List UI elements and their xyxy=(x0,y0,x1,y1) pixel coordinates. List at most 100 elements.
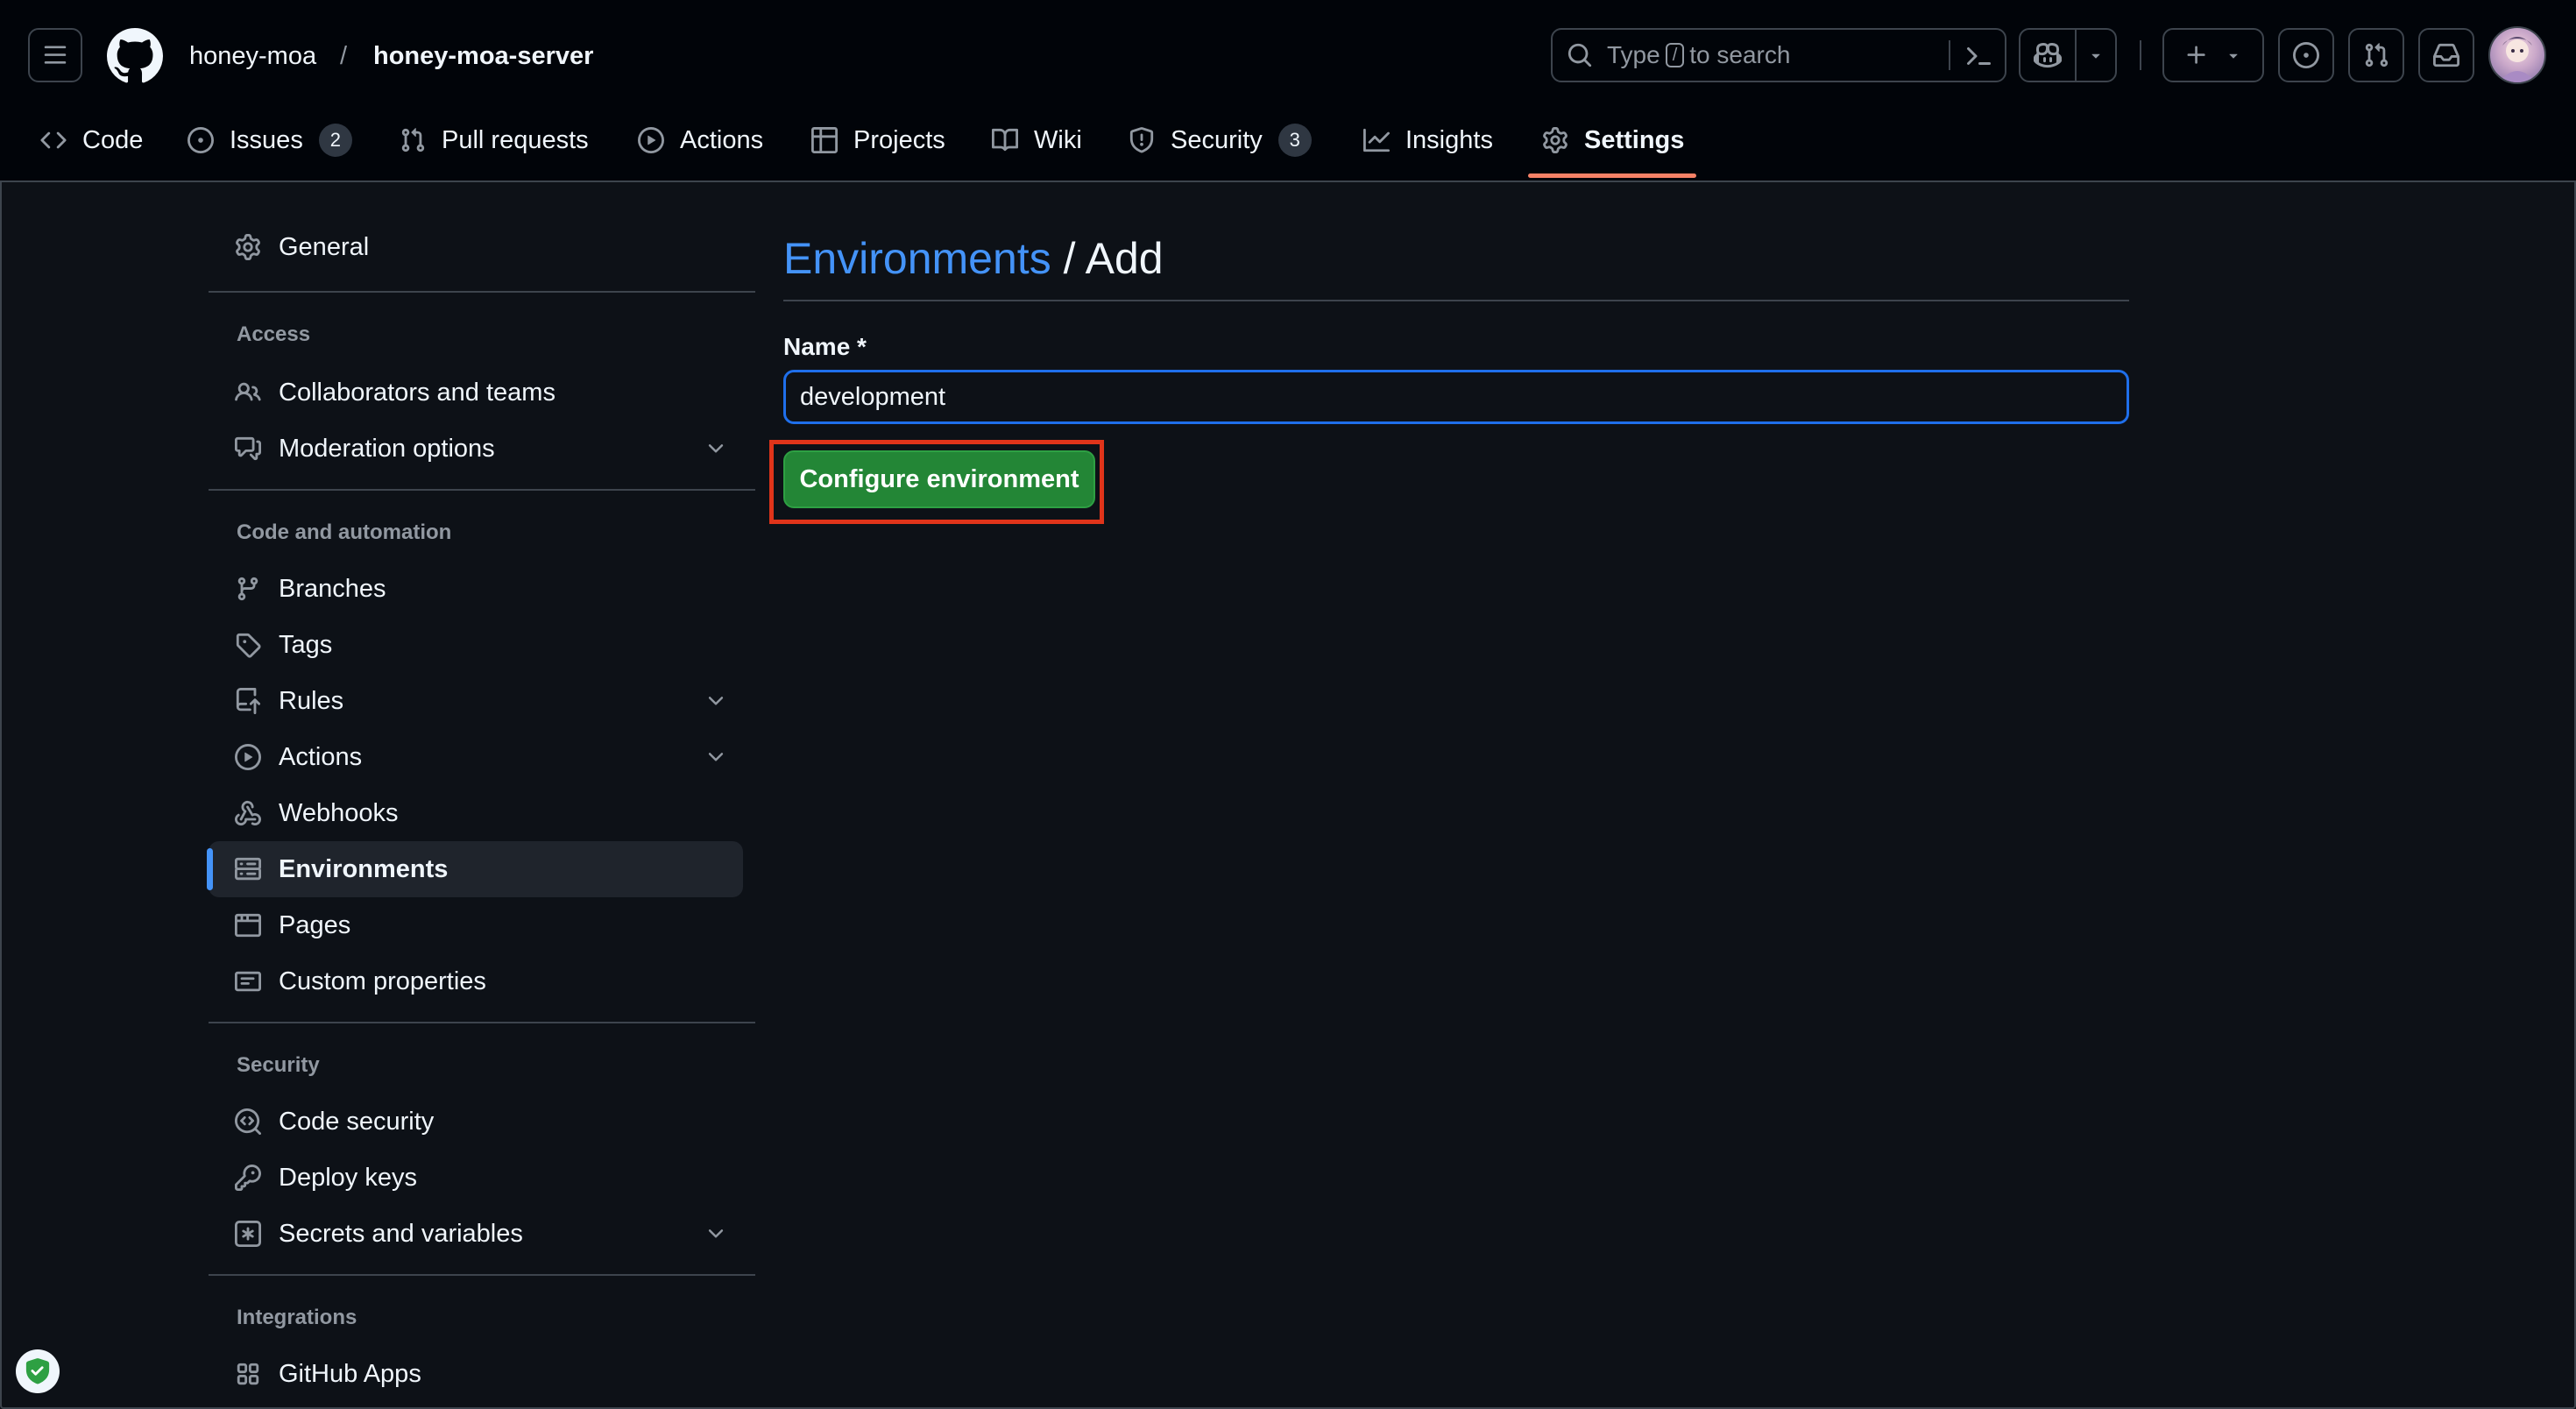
graph-icon xyxy=(1363,128,1390,152)
avatar-image-icon xyxy=(2499,37,2536,82)
sidebar-item-deploy-keys[interactable]: Deploy keys xyxy=(209,1150,743,1206)
gear-icon xyxy=(1543,127,1568,153)
environments-breadcrumb-link[interactable]: Environments xyxy=(783,234,1051,283)
sidebar-divider xyxy=(209,1022,755,1023)
sidebar-item-environments[interactable]: Environments xyxy=(207,841,743,897)
sidebar-item-label: Collaborators and teams xyxy=(279,379,556,407)
security-count-badge: 3 xyxy=(1277,124,1312,157)
issue-opened-icon xyxy=(2293,42,2319,68)
sidebar-item-label: Tags xyxy=(279,631,333,659)
issue-icon xyxy=(188,127,214,153)
hamburger-icon xyxy=(44,46,67,64)
copilot-button[interactable] xyxy=(2019,28,2077,82)
table-icon xyxy=(811,127,838,153)
inbox-button[interactable] xyxy=(2418,28,2474,82)
people-icon xyxy=(235,382,261,401)
sidebar-item-label: Code security xyxy=(279,1108,435,1136)
name-field-label: Name * xyxy=(783,333,867,360)
sidebar-item-github-apps[interactable]: GitHub Apps xyxy=(209,1346,743,1402)
key-icon xyxy=(235,1165,261,1191)
inbox-icon xyxy=(2433,43,2459,67)
sidebar-divider xyxy=(209,489,755,491)
title-divider xyxy=(783,300,2129,301)
sidebar-item-label: Environments xyxy=(279,855,449,883)
tab-wiki-label: Wiki xyxy=(1034,125,1082,154)
sidebar-divider xyxy=(209,291,755,293)
search-input[interactable]: Type / to search xyxy=(1551,28,2006,82)
server-icon xyxy=(235,857,261,881)
search-icon xyxy=(1568,43,1592,67)
chevron-down-icon xyxy=(708,444,724,453)
configure-environment-button[interactable]: Configure environment xyxy=(783,450,1095,508)
note-icon xyxy=(235,971,261,992)
menu-button[interactable] xyxy=(28,28,82,82)
tab-actions-label: Actions xyxy=(680,125,764,154)
play-icon xyxy=(235,744,261,770)
sidebar-item-label: Deploy keys xyxy=(279,1164,417,1192)
create-new-button[interactable] xyxy=(2162,28,2264,82)
sidebar-item-label: Custom properties xyxy=(279,967,486,995)
environment-name-input[interactable] xyxy=(783,370,2129,424)
tab-insights[interactable]: Insights xyxy=(1363,114,1493,166)
sidebar-item-tags[interactable]: Tags xyxy=(209,617,743,673)
sidebar-item-label: Moderation options xyxy=(279,435,495,463)
page-title-rest: / Add xyxy=(1051,234,1164,283)
copilot-dropdown-button[interactable] xyxy=(2075,28,2117,82)
tab-issues-label: Issues xyxy=(230,125,303,154)
command-palette-icon[interactable] xyxy=(1964,42,1992,70)
issues-button[interactable] xyxy=(2278,28,2334,82)
global-header: honey-moa / honey-moa-server Type / to s… xyxy=(0,0,2576,182)
pull-requests-button[interactable] xyxy=(2348,28,2404,82)
sidebar-item-moderation-options[interactable]: Moderation options xyxy=(209,421,743,477)
sidebar-item-label: Actions xyxy=(279,743,363,771)
sidebar-item-branches[interactable]: Branches xyxy=(209,561,743,617)
sidebar-item-custom-properties[interactable]: Custom properties xyxy=(209,953,743,1009)
gear-icon xyxy=(236,234,260,260)
tab-pull-requests[interactable]: Pull requests xyxy=(400,114,589,166)
sidebar-item-pages[interactable]: Pages xyxy=(209,897,743,953)
avatar[interactable] xyxy=(2488,26,2546,84)
repo-link[interactable]: honey-moa-server xyxy=(373,37,593,75)
breadcrumb-separator: / xyxy=(340,42,348,70)
chevron-down-icon xyxy=(708,753,724,761)
owner-link[interactable]: honey-moa xyxy=(189,37,316,75)
sidebar-heading-access: Access xyxy=(237,322,311,346)
tag-icon xyxy=(236,633,261,658)
tab-code[interactable]: Code xyxy=(40,114,143,166)
tab-security[interactable]: Security 3 xyxy=(1129,114,1312,166)
shield-icon xyxy=(1129,127,1154,153)
sidebar-item-label: Branches xyxy=(279,575,386,603)
github-logo-icon[interactable] xyxy=(107,28,163,84)
repo-push-icon xyxy=(236,688,261,714)
extension-shield-badge[interactable] xyxy=(16,1349,60,1393)
tab-projects-label: Projects xyxy=(853,125,945,154)
sidebar-item-label: Rules xyxy=(279,687,344,715)
browser-icon xyxy=(235,913,261,938)
tab-actions[interactable]: Actions xyxy=(638,114,763,166)
tab-settings-label: Settings xyxy=(1584,125,1685,154)
play-icon xyxy=(638,127,664,153)
tab-projects[interactable]: Projects xyxy=(811,114,945,166)
search-placeholder-suffix: to search xyxy=(1689,41,1791,68)
apps-icon xyxy=(237,1363,259,1385)
tab-issues[interactable]: Issues 2 xyxy=(188,114,352,166)
sidebar-item-webhooks[interactable]: Webhooks xyxy=(209,785,743,841)
sidebar-item-general[interactable]: General xyxy=(209,219,743,275)
search-divider xyxy=(1949,40,1950,70)
header-divider xyxy=(2140,40,2141,70)
sidebar-item-label: Secrets and variables xyxy=(279,1220,523,1248)
tab-settings[interactable]: Settings xyxy=(1542,114,1684,166)
tab-insights-label: Insights xyxy=(1405,125,1493,154)
sidebar-item-actions[interactable]: Actions xyxy=(209,729,743,785)
tab-code-label: Code xyxy=(82,125,144,154)
sidebar-item-code-security[interactable]: Code security xyxy=(209,1094,743,1150)
tab-wiki[interactable]: Wiki xyxy=(992,114,1082,166)
code-icon xyxy=(40,131,67,149)
shield-check-icon xyxy=(25,1358,50,1384)
chevron-down-icon xyxy=(708,697,724,705)
sidebar-item-rules[interactable]: Rules xyxy=(209,673,743,729)
sidebar-item-collaborators[interactable]: Collaborators and teams xyxy=(209,365,743,421)
sidebar-item-secrets-and-variables[interactable]: Secrets and variables xyxy=(209,1206,743,1262)
sidebar-heading-code-automation: Code and automation xyxy=(237,520,452,544)
chevron-down-icon xyxy=(708,1229,724,1238)
